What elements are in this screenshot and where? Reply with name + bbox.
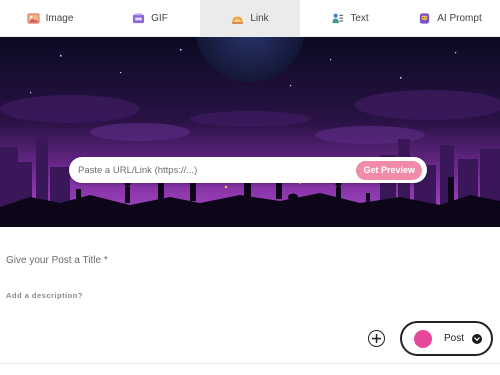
post-title-input[interactable] bbox=[6, 255, 486, 266]
image-icon bbox=[27, 12, 40, 24]
ai-prompt-icon bbox=[420, 12, 430, 24]
tab-label: Link bbox=[250, 12, 269, 24]
tab-label: Text bbox=[350, 12, 369, 24]
tab-label: GIF bbox=[151, 12, 168, 24]
tab-label: Image bbox=[45, 12, 74, 24]
divider bbox=[0, 363, 500, 364]
get-preview-button[interactable]: Get Preview bbox=[356, 160, 422, 180]
link-icon bbox=[232, 16, 244, 24]
text-icon bbox=[332, 13, 344, 23]
description-input[interactable] bbox=[6, 291, 356, 300]
chevron-down-icon[interactable] bbox=[472, 333, 483, 344]
tab-gif[interactable]: GIF bbox=[100, 0, 200, 36]
tab-text[interactable]: Text bbox=[300, 0, 400, 36]
plus-icon bbox=[372, 334, 381, 343]
tab-image[interactable]: Image bbox=[0, 0, 100, 36]
add-button[interactable] bbox=[368, 330, 385, 347]
post-type-tabs: Image GIF Link Text AI Prompt bbox=[0, 0, 500, 37]
url-input[interactable] bbox=[78, 164, 357, 176]
banner-illustration bbox=[0, 37, 500, 227]
gif-icon bbox=[133, 12, 145, 23]
tab-link[interactable]: Link bbox=[200, 0, 300, 36]
account-avatar bbox=[414, 329, 432, 348]
tab-ai-prompt[interactable]: AI Prompt bbox=[400, 0, 500, 36]
url-input-box: Get Preview bbox=[69, 157, 427, 183]
post-label: Post bbox=[444, 333, 465, 344]
tab-label: AI Prompt bbox=[437, 12, 482, 24]
link-banner: Get Preview bbox=[0, 37, 500, 227]
post-button[interactable]: Post bbox=[400, 321, 493, 356]
